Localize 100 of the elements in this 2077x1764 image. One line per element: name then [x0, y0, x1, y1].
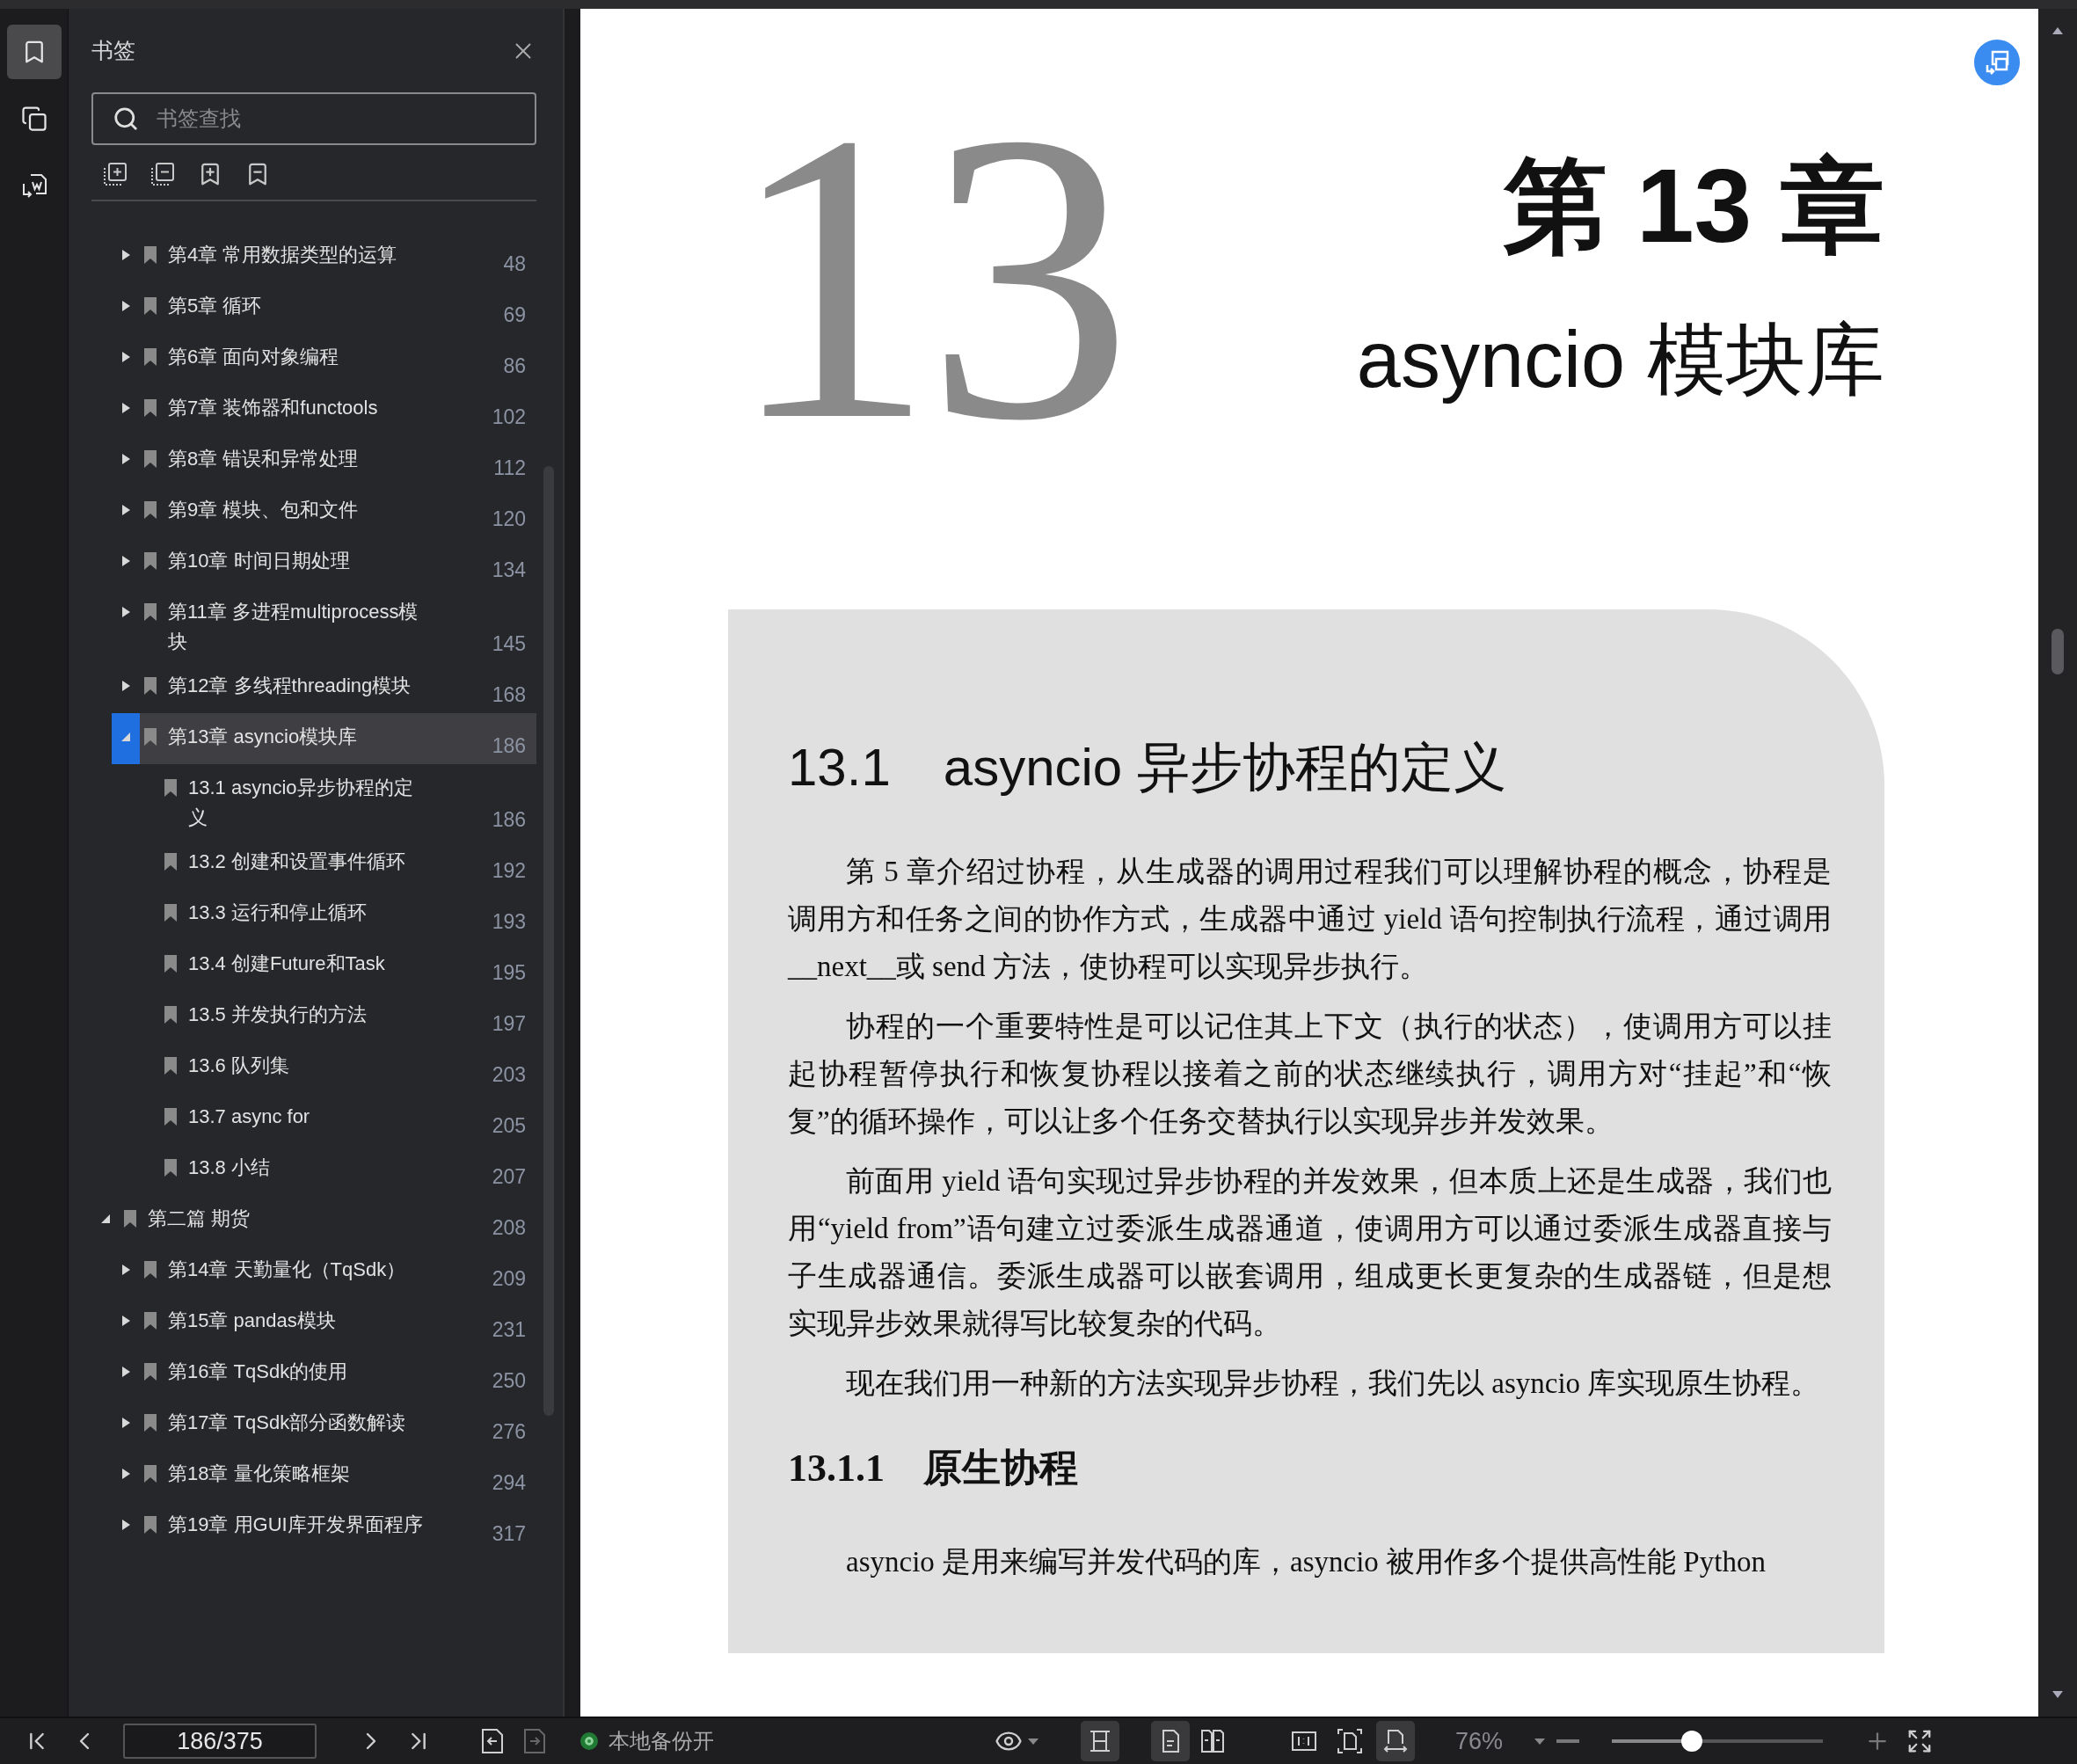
bookmark-title: 13.6 队列集 — [188, 1053, 290, 1078]
bookmark-icon — [164, 1107, 178, 1126]
sidebar-tab[interactable] — [6, 25, 62, 79]
bookmark-item[interactable]: 第14章 天勤量化（TqSdk） 209 — [112, 1246, 536, 1297]
bookmark-icon — [164, 954, 178, 973]
page-number: 69 — [503, 303, 526, 328]
bookmark-title: 13.7 async for — [188, 1104, 311, 1129]
document-convert-icon — [1984, 49, 2010, 76]
bookmark-item[interactable]: 第11章 多进程multiprocess模块 145 — [112, 588, 536, 662]
bookmark-title: 13.4 创建Future和Task — [188, 951, 386, 976]
body-paragraph: 前面用 yield 语句实现过异步协程的并发效果，但本质上还是生成器，我们也用“yield from”语句建立过委派生成器通道，使调用方可以通过委派生成器直接与子生成器通信。委派生成器可以嵌套调用，组成更长更复杂的生成器链，但是想实现异步效果就得写比较复杂的代码。 — [788, 1164, 1832, 1341]
slider-thumb[interactable] — [1681, 1731, 1703, 1752]
collapse-all-button[interactable] — [149, 161, 176, 187]
expand-triangle-icon[interactable] — [120, 350, 132, 364]
page-number: 209 — [492, 1266, 526, 1292]
panel-title: 书签 — [91, 37, 135, 64]
page-number: 112 — [493, 456, 526, 481]
expand-triangle-icon[interactable] — [120, 1314, 132, 1328]
expand-triangle-icon[interactable] — [120, 679, 132, 693]
expand-triangle-icon[interactable] — [120, 401, 132, 415]
expand-triangle-icon[interactable] — [120, 1365, 132, 1379]
page-number: 203 — [492, 1062, 526, 1088]
page-number: 208 — [492, 1215, 526, 1241]
bookmark-title: 第二篇 期货 — [148, 1206, 251, 1231]
back-arrow-icon — [480, 1728, 505, 1754]
bookmark-title: 13.8 小结 — [188, 1155, 271, 1180]
bookmark-item[interactable]: 13.3 运行和停止循环 193 — [132, 889, 536, 940]
expand-triangle-icon[interactable] — [120, 503, 132, 517]
chapter-subtitle: asyncio 模块库 — [1356, 316, 1884, 404]
bookmark-item[interactable]: 第15章 pandas模块 231 — [112, 1297, 536, 1348]
page-number: 168 — [492, 682, 526, 708]
search-field[interactable]: 书签查找 — [91, 92, 536, 145]
expand-triangle-icon[interactable] — [120, 1467, 132, 1481]
forward-arrow-icon — [522, 1728, 547, 1754]
bookmark-icon — [164, 778, 178, 798]
bookmark-item[interactable]: 13.6 队列集 203 — [132, 1042, 536, 1093]
zoom-mode-button[interactable] — [1376, 1721, 1415, 1761]
page-number-field[interactable]: 186/375 — [123, 1724, 317, 1759]
bookmark-item[interactable]: 第4章 常用数据类型的运算 48 — [112, 231, 536, 282]
bookmark-item[interactable]: 第10章 时间日期处理 134 — [112, 537, 536, 588]
bookmark-item[interactable]: 13.8 小结 207 — [132, 1144, 536, 1195]
scroll-down-arrow-icon[interactable] — [2051, 1690, 2064, 1699]
bookmark-title: 第14章 天勤量化（TqSdk） — [168, 1257, 407, 1282]
bookmark-title: 第10章 时间日期处理 — [168, 549, 351, 573]
bookmark-title: 13.1 asyncio异步协程的定义 — [188, 776, 413, 830]
page-number: 134 — [492, 558, 526, 583]
bookmark-item[interactable]: 13.5 并发执行的方法 197 — [132, 991, 536, 1042]
bookmark-item[interactable]: 第12章 多线程threading模块 168 — [112, 662, 536, 713]
scroll-up-arrow-icon[interactable] — [2051, 26, 2064, 35]
view-mode-button[interactable] — [1081, 1721, 1119, 1761]
bookmark-title: 第7章 装饰器和functools — [168, 396, 379, 420]
page-number: 48 — [503, 251, 526, 277]
expand-triangle-icon[interactable] — [120, 605, 132, 619]
bookmark-item[interactable]: 第19章 用GUI库开发界面程序 317 — [112, 1501, 536, 1552]
bookmark-icon — [143, 449, 157, 469]
bookmark-item[interactable]: 第18章 量化策略框架 294 — [112, 1450, 536, 1501]
expand-all-button[interactable] — [102, 161, 128, 187]
fit-page-icon — [1337, 1728, 1363, 1754]
expand-triangle-icon[interactable] — [120, 554, 132, 568]
bookmark-item[interactable]: 第17章 TqSdk部分函数解读 276 — [112, 1399, 536, 1450]
two-page-icon — [1199, 1728, 1226, 1754]
view-mode-button[interactable] — [1151, 1721, 1190, 1761]
bookmark-icon — [143, 1464, 157, 1483]
bookmark-icon — [143, 1311, 157, 1330]
bookmark-item[interactable]: 第二篇 期货 208 — [91, 1195, 536, 1246]
scrollbar-thumb[interactable] — [2051, 629, 2064, 674]
bookmark-title: 第8章 错误和异常处理 — [168, 447, 360, 471]
page-number: 192 — [492, 858, 526, 884]
expand-triangle-icon[interactable] — [120, 1416, 132, 1430]
bookmark-item[interactable]: 13.2 创建和设置事件循环 192 — [132, 838, 536, 889]
bookmark-icon — [164, 1056, 178, 1075]
bookmark-item[interactable]: 13.4 创建Future和Task 195 — [132, 940, 536, 991]
expand-triangle-icon[interactable] — [120, 1263, 132, 1277]
backup-status: 本地备份开 — [609, 1728, 714, 1754]
bookmark-title: 第13章 asyncio模块库 — [168, 725, 359, 749]
bookmark-item[interactable]: 第13章 asyncio模块库 186 — [112, 713, 536, 764]
search-icon — [113, 106, 139, 132]
bookmark-icon — [123, 1209, 137, 1228]
bookmark-item[interactable]: 第9章 模块、包和文件 120 — [112, 486, 536, 537]
bookmark-item[interactable]: 第8章 错误和异常处理 112 — [112, 435, 536, 486]
bookmark-item[interactable]: 13.7 async for 205 — [132, 1093, 536, 1144]
body-paragraph: asyncio 是用来编写并发代码的库，asyncio 被用作多个提供高性能 Python — [845, 1545, 1767, 1579]
expand-triangle-icon[interactable] — [120, 1518, 132, 1532]
bookmark-item[interactable]: 13.1 asyncio异步协程的定义 186 — [132, 764, 536, 838]
bookmark-title: 第11章 多进程multiprocess模块 — [168, 600, 419, 654]
expand-triangle-icon[interactable] — [120, 248, 132, 262]
bookmark-icon — [143, 1260, 157, 1279]
page-number: 317 — [492, 1521, 526, 1547]
expand-triangle-icon[interactable] — [120, 452, 132, 466]
body-paragraph: 协程的一个重要特性是可以记住其上下文（执行的状态），使调用方可以挂起协程暂停执行和恢复协程以接着之前的状态继续执行，调用方对“挂起”和“恢复”的循环操作，可以让多个任务交替执行以实现异步并发效果。 — [788, 1010, 1832, 1139]
bookmark-item[interactable]: 第16章 TqSdk的使用 250 — [112, 1348, 536, 1399]
bookmark-item[interactable]: 第7章 装饰器和functools 102 — [112, 384, 536, 435]
bookmark-item[interactable]: 第6章 面向对象编程 86 — [112, 333, 536, 384]
section-heading: 13.1 asyncio 异步协程的定义 — [788, 737, 1507, 798]
bookmark-icon — [164, 1158, 178, 1177]
page-number: 197 — [492, 1011, 526, 1037]
zoom-dropdown-caret-icon[interactable] — [1534, 1738, 1546, 1745]
expand-triangle-icon[interactable] — [120, 299, 132, 313]
page-number: 294 — [492, 1470, 526, 1496]
bookmark-item[interactable]: 第5章 循环 69 — [112, 282, 536, 333]
